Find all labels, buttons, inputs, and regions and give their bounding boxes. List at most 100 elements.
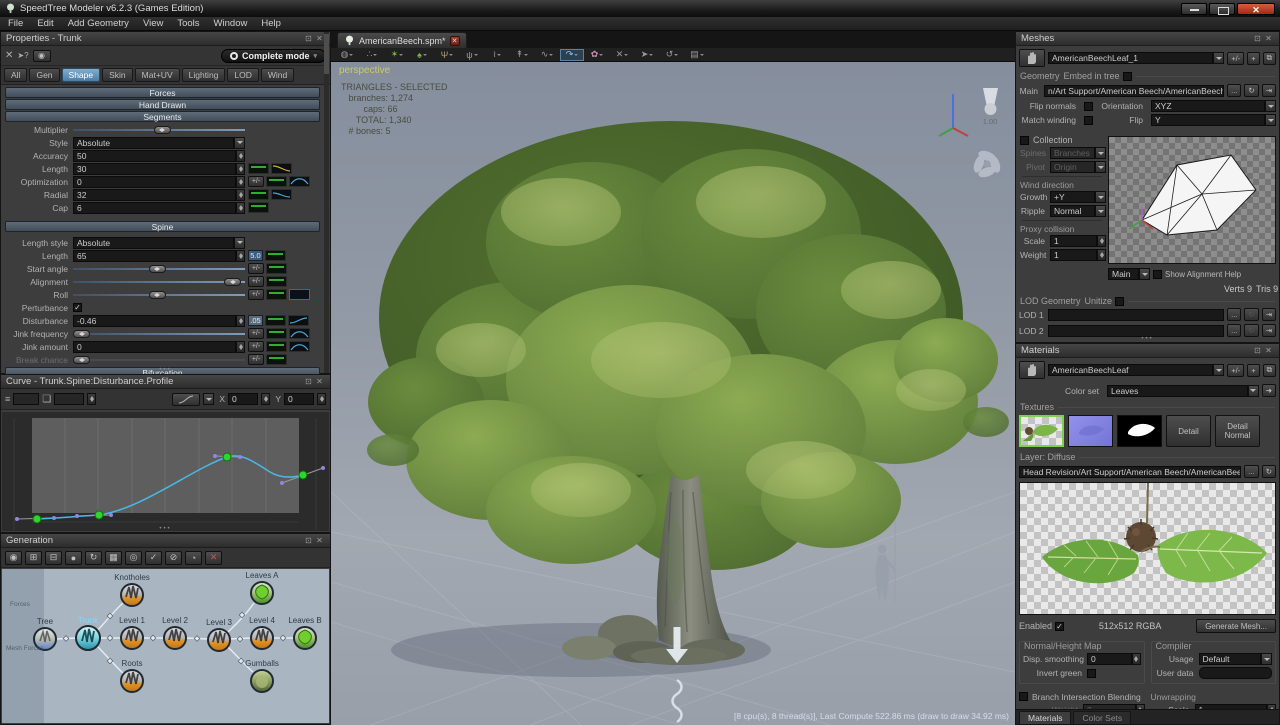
node-label-level3[interactable]: Level 3 xyxy=(206,618,232,627)
usage-select[interactable]: Default xyxy=(1199,653,1273,665)
jink-amount-input[interactable]: 0 xyxy=(73,341,236,353)
regenerate-icon[interactable]: ↻ xyxy=(85,551,102,565)
user-data-input[interactable] xyxy=(1199,667,1273,679)
menu-edit[interactable]: Edit xyxy=(37,18,53,29)
tab-skin[interactable]: Skin xyxy=(102,68,133,82)
diffuse-browse-button[interactable]: ... xyxy=(1244,465,1258,478)
sphere-icon[interactable]: ● xyxy=(65,551,82,565)
pivot-select[interactable]: Origin xyxy=(1050,161,1106,173)
close-button[interactable] xyxy=(1237,3,1275,15)
detail-normal-button[interactable]: Detail Normal xyxy=(1215,415,1260,447)
diffuse-reload-icon[interactable]: ↻ xyxy=(1262,465,1276,478)
accuracy-stepper[interactable] xyxy=(236,150,245,162)
tab-shape[interactable]: Shape xyxy=(62,68,101,82)
lod1-path-field[interactable] xyxy=(1048,309,1224,321)
node-label-trunk[interactable]: Trunk xyxy=(78,616,99,625)
accuracy-input[interactable]: 50 xyxy=(73,150,236,162)
y-stepper[interactable] xyxy=(317,393,326,405)
weight-input[interactable]: 1 xyxy=(1050,249,1097,261)
copy-mesh-button[interactable]: ⧉ xyxy=(1263,52,1276,65)
invert-green-checkbox[interactable] xyxy=(1087,669,1096,678)
node-label-roots[interactable]: Roots xyxy=(122,659,143,668)
show-alignment-checkbox[interactable] xyxy=(1153,270,1162,279)
jink-amount-variance-button[interactable]: +/- xyxy=(248,341,264,352)
jink-amount-stepper[interactable] xyxy=(236,341,245,353)
optimization-input[interactable]: 0 xyxy=(73,176,236,188)
match-winding-checkbox[interactable] xyxy=(1084,116,1093,125)
curve-value-input[interactable] xyxy=(54,393,84,405)
browse-button[interactable]: ... xyxy=(1227,84,1241,97)
copy-material-button[interactable]: ⧉ xyxy=(1263,364,1276,377)
add-generator-icon[interactable]: ⊞ xyxy=(25,551,42,565)
curve-value-stepper[interactable] xyxy=(87,393,96,405)
lod1-browse-button[interactable]: ... xyxy=(1227,308,1241,321)
material-variance-button[interactable]: +/- xyxy=(1227,364,1244,377)
menu-tools[interactable]: Tools xyxy=(177,18,199,29)
x-input[interactable]: 0 xyxy=(228,393,258,405)
node-tool-icon[interactable]: ∴ xyxy=(360,49,384,61)
jink-frequency-slider[interactable] xyxy=(73,328,245,340)
menu-help[interactable]: Help xyxy=(261,18,281,29)
maximize-button[interactable] xyxy=(1209,3,1235,15)
minimize-button[interactable] xyxy=(1181,3,1207,15)
direction-tool-icon[interactable]: ➤ xyxy=(635,49,659,61)
generation-graph[interactable]: Forces Mesh Forces xyxy=(2,569,329,723)
weight-stepper[interactable] xyxy=(1097,249,1106,261)
flip-select[interactable]: Y xyxy=(1151,114,1276,126)
unitize-checkbox[interactable] xyxy=(1115,297,1124,306)
perturbance-checkbox[interactable] xyxy=(73,303,82,312)
y-input[interactable]: 0 xyxy=(284,393,314,405)
preview-mode-select[interactable]: Main xyxy=(1108,268,1150,280)
wave-tool-icon[interactable]: ∿ xyxy=(535,49,559,61)
spline-tool-icon[interactable]: ↷ xyxy=(560,49,584,61)
color-set-select[interactable]: Leaves xyxy=(1107,385,1259,397)
node-label-gumballs[interactable]: Gumballs xyxy=(245,659,279,668)
node-label-leaves-a[interactable]: Leaves A xyxy=(246,571,280,580)
tab-all[interactable]: All xyxy=(4,68,27,82)
spine-length-variance-badge[interactable]: 5.0 xyxy=(248,250,263,261)
menu-window[interactable]: Window xyxy=(214,18,248,29)
length-curve-widget[interactable] xyxy=(271,163,292,174)
leaf-tool-icon[interactable]: ✶ xyxy=(385,49,409,61)
grid-icon[interactable]: ▦ xyxy=(105,551,122,565)
mesh-select[interactable]: AmericanBeechLeaf_1 xyxy=(1048,52,1224,64)
alignment-slider[interactable] xyxy=(73,276,245,288)
rock-tool-icon[interactable]: ◍ xyxy=(335,49,359,61)
zigzag-tool-icon[interactable]: ≀ xyxy=(485,49,509,61)
reload-icon[interactable]: ↻ xyxy=(1244,84,1258,97)
roll-curve-widget[interactable] xyxy=(289,289,310,300)
curve-type-button[interactable] xyxy=(172,393,200,406)
spine-length-input[interactable]: 65 xyxy=(73,250,236,262)
panel-splitter[interactable] xyxy=(1,367,330,373)
branch-tool-icon[interactable]: Ψ xyxy=(435,49,459,61)
menu-view[interactable]: View xyxy=(143,18,163,29)
3d-viewport[interactable]: perspective TRIANGLES - SELECTED branche… xyxy=(331,62,1015,725)
growth-select[interactable]: +Y xyxy=(1050,191,1106,203)
length-style-select[interactable]: Absolute xyxy=(73,237,245,249)
node-label-tree[interactable]: Tree xyxy=(37,617,54,626)
tab-lighting[interactable]: Lighting xyxy=(182,68,226,82)
break-chance-slider[interactable] xyxy=(73,354,245,366)
menu-add-geometry[interactable]: Add Geometry xyxy=(68,18,129,29)
tab-lod[interactable]: LOD xyxy=(227,68,258,82)
start-angle-slider[interactable] xyxy=(73,263,245,275)
alignment-variance-button[interactable]: +/- xyxy=(248,276,264,287)
section-forces[interactable]: Forces xyxy=(5,87,320,98)
delete-icon[interactable]: ✕ xyxy=(5,50,13,61)
ripple-select[interactable]: Normal xyxy=(1050,205,1106,217)
apply-color-set-icon[interactable]: ➜ xyxy=(1262,384,1276,397)
apply-icon[interactable]: ✓ xyxy=(145,551,162,565)
diffuse-thumbnail[interactable] xyxy=(1019,415,1064,447)
lod1-reload-icon[interactable]: ↻ xyxy=(1244,308,1258,321)
disturbance-stepper[interactable] xyxy=(236,315,245,327)
optimization-variance-widget[interactable] xyxy=(266,176,287,187)
close-panel-icon[interactable] xyxy=(314,536,325,545)
tab-color-sets[interactable]: Color Sets xyxy=(1073,711,1131,724)
section-segments[interactable]: Segments xyxy=(5,111,320,122)
visibility-button[interactable]: ◉ xyxy=(33,50,51,62)
select-mode-icon[interactable]: ◉ xyxy=(5,551,22,565)
detail-button[interactable]: Detail xyxy=(1166,415,1211,447)
embed-checkbox[interactable] xyxy=(1123,72,1132,81)
node-label-leaves-b[interactable]: Leaves B xyxy=(288,616,321,625)
tab-gen[interactable]: Gen xyxy=(29,68,59,82)
